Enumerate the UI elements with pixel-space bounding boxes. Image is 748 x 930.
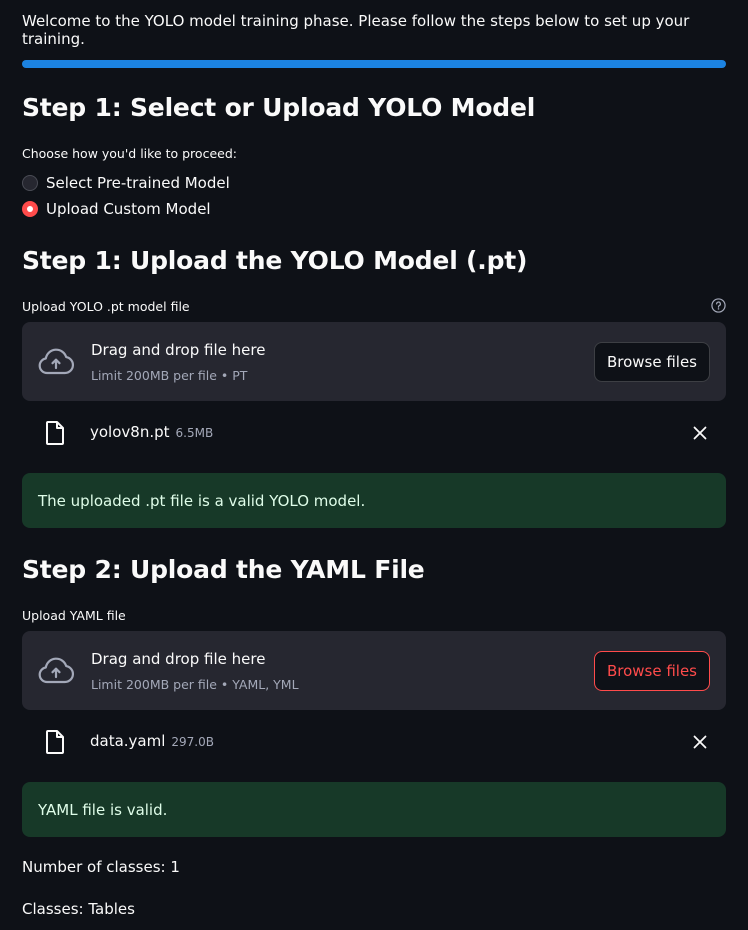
- intro-text: Welcome to the YOLO model training phase…: [22, 12, 690, 48]
- uploaded-file-row: data.yaml 297.0B: [22, 727, 726, 757]
- help-icon[interactable]: [711, 298, 726, 313]
- cloud-upload-icon: [38, 348, 75, 375]
- yaml-dropzone[interactable]: Drag and drop file here Limit 200MB per …: [22, 631, 726, 710]
- yaml-field-label: Upload YAML file: [22, 608, 126, 623]
- close-icon[interactable]: [692, 425, 708, 441]
- file-icon: [46, 421, 64, 445]
- model-dropzone[interactable]: Drag and drop file here Limit 200MB per …: [22, 322, 726, 401]
- file-name: yolov8n.pt 6.5MB: [90, 423, 213, 441]
- radio-label-pretrained: Select Pre-trained Model: [46, 174, 230, 192]
- choice-label: Choose how you'd like to proceed:: [22, 146, 237, 161]
- radio-button-unselected[interactable]: [22, 175, 38, 191]
- uploaded-file-row: yolov8n.pt 6.5MB: [22, 418, 726, 448]
- radio-option-pretrained[interactable]: Select Pre-trained Model: [22, 174, 230, 192]
- file-name-text: data.yaml: [90, 732, 166, 750]
- model-success-alert: The uploaded .pt file is a valid YOLO mo…: [22, 473, 726, 528]
- radio-button-selected[interactable]: [22, 201, 38, 217]
- dropzone-title: Drag and drop file here: [91, 650, 266, 668]
- radio-label-custom: Upload Custom Model: [46, 200, 211, 218]
- dropzone-title: Drag and drop file here: [91, 341, 266, 359]
- step1-heading: Step 1: Select or Upload YOLO Model: [22, 93, 536, 122]
- file-name-text: yolov8n.pt: [90, 423, 170, 441]
- num-classes-text: Number of classes: 1: [22, 858, 180, 876]
- progress-bar: [22, 60, 726, 68]
- dropzone-limit: Limit 200MB per file • PT: [91, 368, 248, 383]
- dropzone-limit: Limit 200MB per file • YAML, YML: [91, 677, 299, 692]
- browse-files-button[interactable]: Browse files: [593, 342, 710, 382]
- model-field-label: Upload YOLO .pt model file: [22, 299, 190, 314]
- file-size: 297.0B: [171, 735, 214, 749]
- file-icon: [46, 730, 64, 754]
- classes-text: Classes: Tables: [22, 900, 135, 918]
- yaml-success-alert: YAML file is valid.: [22, 782, 726, 837]
- cloud-upload-icon: [38, 657, 75, 684]
- file-name: data.yaml 297.0B: [90, 732, 214, 750]
- radio-option-custom[interactable]: Upload Custom Model: [22, 200, 211, 218]
- step2-heading: Step 2: Upload the YAML File: [22, 555, 425, 584]
- upload-model-heading: Step 1: Upload the YOLO Model (.pt): [22, 246, 528, 275]
- close-icon[interactable]: [692, 734, 708, 750]
- file-size: 6.5MB: [175, 426, 214, 440]
- browse-files-button[interactable]: Browse files: [593, 651, 710, 691]
